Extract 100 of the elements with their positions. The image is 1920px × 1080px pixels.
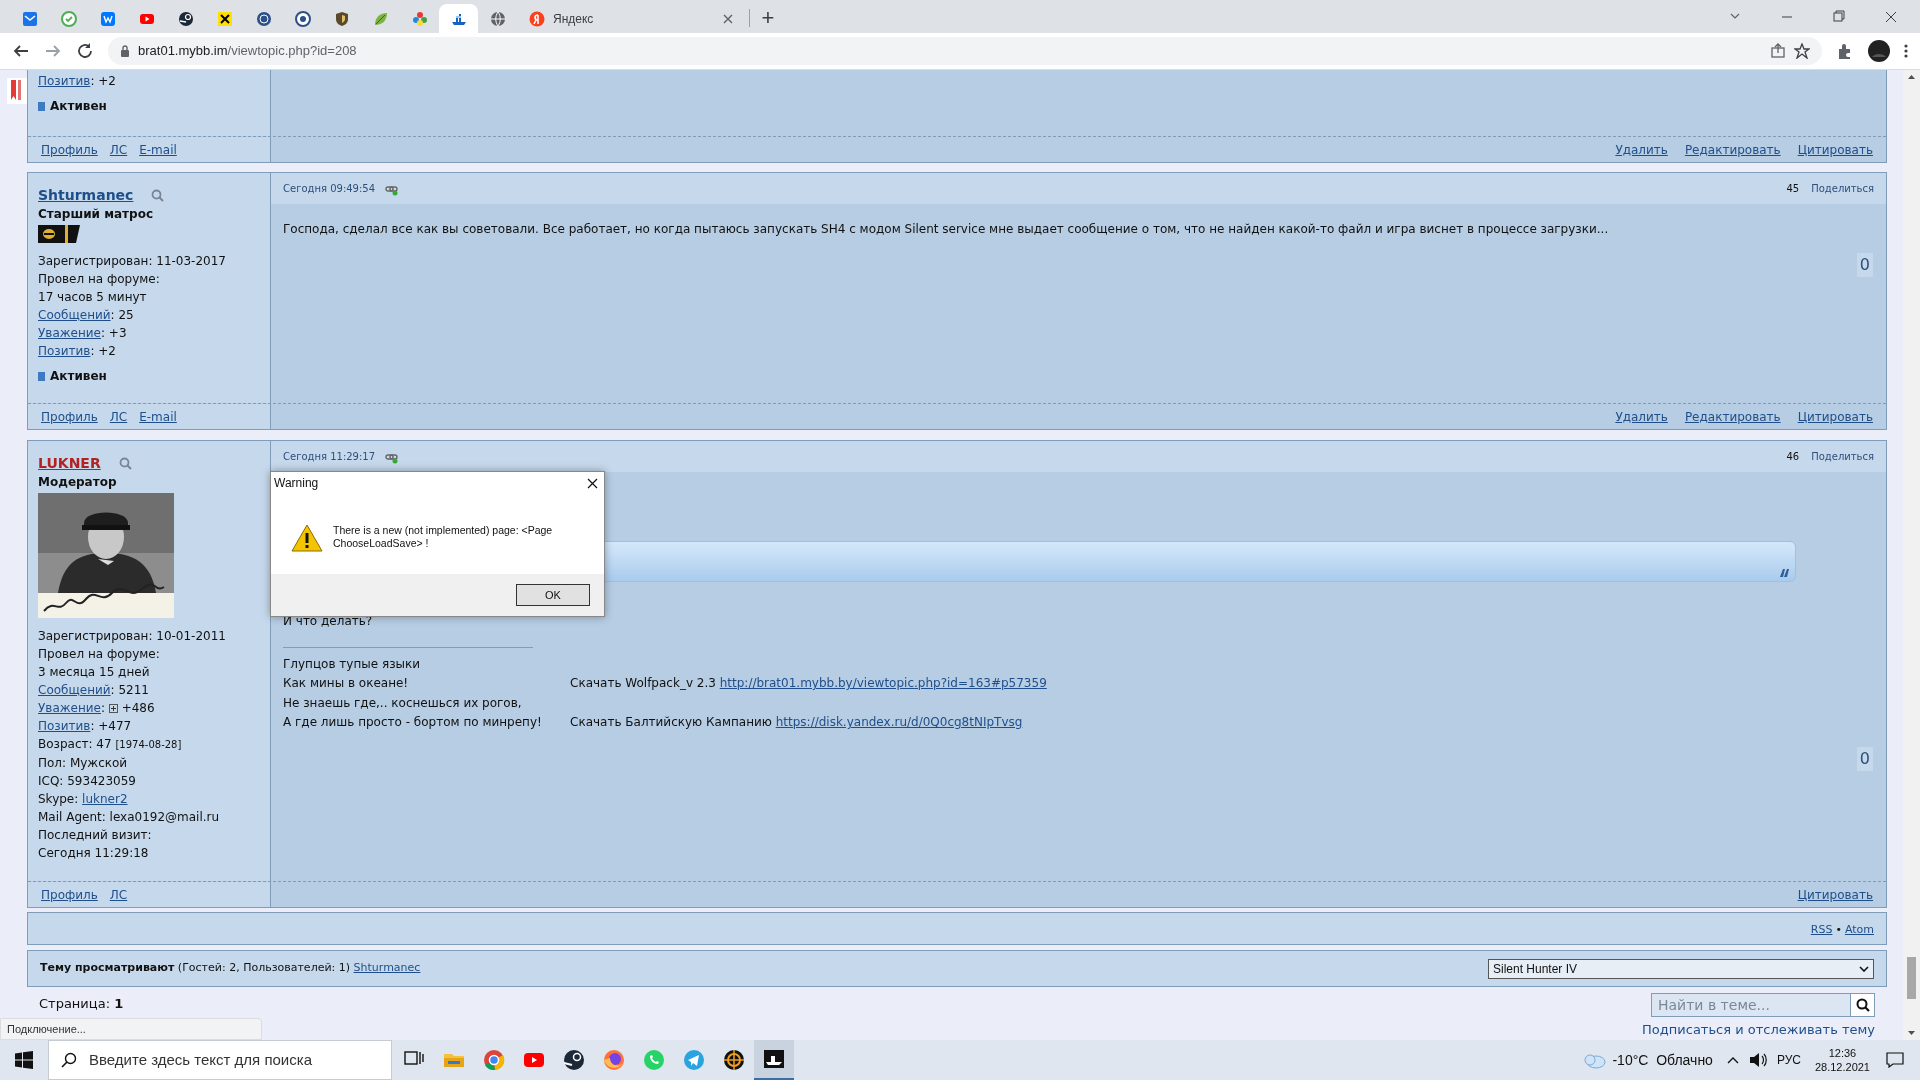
- profile-field: Сегодня 11:29:18: [38, 844, 260, 862]
- avatar-icon[interactable]: [1868, 40, 1890, 62]
- chevron-up-icon[interactable]: [1726, 1056, 1739, 1064]
- user-rank: Модератор: [38, 474, 118, 490]
- profile-field: 17 часов 5 минут: [38, 288, 260, 306]
- search-icon[interactable]: [151, 189, 165, 202]
- feed-link[interactable]: RSS: [1810, 921, 1833, 938]
- profile-field: Зарегистрирован: 10-01-2011: [38, 627, 260, 645]
- speaker-icon[interactable]: [1748, 1052, 1767, 1068]
- author-link[interactable]: LUKNER: [38, 453, 101, 474]
- profile-field: Уважение: +3: [38, 324, 260, 342]
- share-icon[interactable]: [1770, 43, 1786, 59]
- browser-tab[interactable]: Яндекс: [517, 4, 745, 33]
- search-icon: [61, 1052, 77, 1068]
- url-text: brat01.mybb.im/viewtopic.php?id=208: [138, 42, 358, 61]
- feed-link[interactable]: Atom: [1844, 921, 1874, 938]
- forum-select[interactable]: Silent Hunter IV: [1488, 958, 1874, 979]
- profile-field: Пол: Мужской: [38, 754, 260, 772]
- rating-count[interactable]: 0: [1856, 747, 1873, 771]
- plus-box-icon[interactable]: [108, 704, 118, 713]
- user-rank: Старший матрос: [38, 206, 154, 222]
- language-indicator[interactable]: РУС: [1776, 1051, 1801, 1069]
- link-icon[interactable]: [385, 452, 400, 464]
- post-action-link[interactable]: Редактировать: [1684, 407, 1781, 426]
- author-link[interactable]: Shturmanec: [38, 185, 134, 206]
- chevron-down-icon: [1859, 965, 1869, 972]
- post-number: 46: [1786, 450, 1800, 464]
- rating-count[interactable]: 0: [1856, 253, 1873, 277]
- post-action-link[interactable]: Удалить: [1615, 407, 1668, 426]
- signature-text: А где лишь просто - бортом по минрепу!: [283, 714, 543, 732]
- profile-field: Позитив: +2: [38, 72, 260, 90]
- bookmark-icon[interactable]: [7, 78, 27, 104]
- profile-link[interactable]: ЛС: [109, 407, 128, 426]
- weather-text[interactable]: -10°C Облачно: [1612, 1049, 1713, 1071]
- post-action-link[interactable]: Цитировать: [1797, 885, 1873, 904]
- quote-icon: [1779, 568, 1789, 578]
- post-action-link[interactable]: Цитировать: [1797, 140, 1873, 159]
- check-icon: [60, 10, 77, 27]
- profile-link[interactable]: Профиль: [41, 140, 98, 159]
- chat-icon: [642, 1048, 666, 1072]
- clock[interactable]: 12:36 28.12.2021: [1814, 1046, 1870, 1074]
- profile-link[interactable]: E-mail: [139, 140, 177, 159]
- profile-field: 3 месяца 15 дней: [38, 663, 260, 681]
- profile-field: ICQ: 593423059: [38, 772, 260, 790]
- globe-icon: [489, 10, 506, 27]
- windows-icon: [15, 1051, 33, 1069]
- notification-icon[interactable]: [1886, 1052, 1904, 1068]
- scroll-up-icon[interactable]: [1907, 73, 1916, 81]
- taskbar-search-field[interactable]: Введите здесь текст для поиска: [48, 1040, 392, 1080]
- share-link[interactable]: Поделиться: [1811, 181, 1874, 196]
- profile-link[interactable]: ЛС: [109, 140, 128, 159]
- address-field[interactable]: brat01.mybb.im/viewtopic.php?id=208: [108, 37, 1822, 65]
- dialog-message: There is a new (not implemented) page: <Page ChooseLoadSave> !: [333, 524, 554, 550]
- link-icon[interactable]: [385, 184, 400, 196]
- user-link[interactable]: Shturmanec: [353, 961, 421, 975]
- share-link[interactable]: Поделиться: [1811, 449, 1874, 464]
- close-icon[interactable]: [587, 477, 598, 489]
- status-text: Активен: [50, 368, 107, 385]
- search-icon[interactable]: [118, 457, 132, 470]
- profile-field: Зарегистрирован: 11-03-2017: [38, 252, 260, 270]
- profile-field: Mail Agent: lexa0192@mail.ru: [38, 808, 260, 826]
- new-tab-button[interactable]: +: [754, 4, 782, 32]
- cross-icon: [216, 10, 233, 27]
- profile-link[interactable]: Профиль: [41, 885, 98, 904]
- globe-icon: [255, 10, 272, 27]
- download-link[interactable]: http://brat01.mybb.by/viewtopic.php?id=163#p57359: [719, 676, 1047, 691]
- post-number: 45: [1786, 182, 1800, 196]
- mail-icon: [21, 10, 38, 27]
- profile-field: Сообщений: 25: [38, 306, 260, 324]
- post-time: Сегодня 09:49:54: [283, 182, 376, 196]
- search-button[interactable]: [1851, 993, 1875, 1017]
- download-link[interactable]: https://disk.yandex.ru/d/0Q0cg8tNIpTvsg: [775, 715, 1023, 730]
- status-bubble: Подключение...: [0, 1018, 262, 1040]
- signature-text: Как мины в океане!: [283, 675, 410, 693]
- pinned-tab[interactable]: [439, 4, 478, 33]
- profile-field: Позитив: +477: [38, 717, 260, 735]
- subscribe-link[interactable]: Подписаться и отслеживать тему: [1642, 1020, 1875, 1040]
- menu-icon[interactable]: [1904, 43, 1908, 59]
- profile-link[interactable]: ЛС: [109, 885, 128, 904]
- download-text: Скачать Балтийскую Кампанию https://disk.yandex.ru/d/0Q0cg8tNIpTvsg: [570, 714, 1023, 732]
- reload-icon[interactable]: [76, 42, 94, 60]
- profile-link[interactable]: Профиль: [41, 407, 98, 426]
- dialog-title: Warning: [274, 475, 320, 492]
- scroll-down-icon[interactable]: [1907, 1029, 1916, 1037]
- post-action-link[interactable]: Удалить: [1615, 140, 1668, 159]
- taskbar-app-button[interactable]: [754, 1040, 794, 1080]
- profile-field: Сообщений: 5211: [38, 681, 260, 699]
- post-action-link[interactable]: Редактировать: [1684, 140, 1781, 159]
- scrollbar[interactable]: [1903, 70, 1920, 1040]
- search-field[interactable]: Найти в теме...: [1651, 993, 1851, 1017]
- lock-icon: [120, 45, 130, 57]
- profile-field: Уважение: +486: [38, 699, 260, 717]
- ok-button[interactable]: OK: [516, 584, 590, 606]
- profile-link[interactable]: E-mail: [139, 407, 177, 426]
- star-icon[interactable]: [1794, 43, 1810, 59]
- separator-text: •: [1835, 921, 1842, 938]
- signature-text: Не знаешь где,.. коснешься их рогов,: [283, 694, 523, 712]
- post-action-link[interactable]: Цитировать: [1797, 407, 1873, 426]
- viewers-text: Тему просматривают (Гостей: 2, Пользователей: 1) Shturmanec: [40, 960, 422, 977]
- scroll-thumb[interactable]: [1907, 957, 1916, 999]
